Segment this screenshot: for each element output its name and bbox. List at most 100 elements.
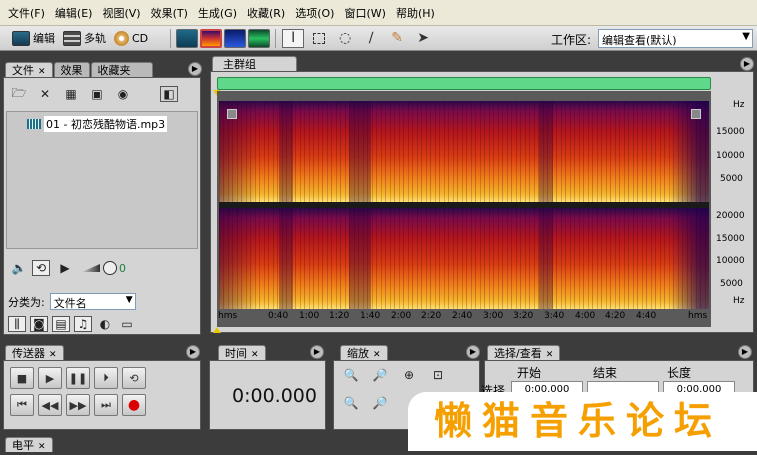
time-selection-tool-icon[interactable]: I xyxy=(282,28,305,48)
playhead-marker-icon[interactable] xyxy=(213,327,221,333)
close-icon[interactable]: ✕ xyxy=(251,350,259,360)
tab-time[interactable]: 时间 ✕ xyxy=(218,345,266,360)
show-video-icon[interactable]: ▤ xyxy=(52,316,70,332)
cd-view-button[interactable]: CD xyxy=(110,28,152,49)
transport-panel: ■ ▶ ❚❚ ⏵ ⟲ ⏮ ◀◀ ▶▶ ⏭ ● xyxy=(3,360,201,430)
panel-menu-icon[interactable]: ▶ xyxy=(310,345,324,359)
show-folders-icon[interactable]: ▭ xyxy=(118,316,136,332)
close-file-icon[interactable]: ✕ xyxy=(36,86,54,102)
go-to-start-button[interactable]: ⏮ xyxy=(10,394,34,416)
panel-menu-icon[interactable]: ▶ xyxy=(740,57,754,71)
fast-forward-button[interactable]: ▶▶ xyxy=(66,394,90,416)
loop-icon[interactable]: ⟲ xyxy=(32,260,50,276)
tab-favorites[interactable]: 收藏夹 xyxy=(90,62,153,77)
play-icon[interactable]: ▶ xyxy=(56,260,74,276)
close-icon[interactable]: ✕ xyxy=(49,350,57,360)
waveform-view-icon[interactable] xyxy=(176,28,199,48)
panel-menu-icon[interactable]: ▶ xyxy=(186,345,200,359)
tab-zoom[interactable]: 缩放 ✕ xyxy=(340,345,388,360)
play-to-end-button[interactable]: ⏵ xyxy=(94,367,118,389)
list-item[interactable]: 01 - 初恋残酷物语.mp3 xyxy=(27,116,197,132)
tab-files-label: 文件 xyxy=(12,64,34,77)
time-tick: 4:00 xyxy=(575,311,596,321)
panel-menu-icon[interactable]: ▶ xyxy=(466,345,480,359)
show-audio-icon[interactable]: ⫼ xyxy=(8,316,26,332)
tab-files[interactable]: 文件 ✕ xyxy=(5,62,53,77)
sort-select[interactable]: 文件名 ▼ xyxy=(49,293,136,310)
freq-unit-label: Hz xyxy=(733,100,745,110)
menu-file[interactable]: 文件(F) xyxy=(3,5,50,21)
show-midi-icon[interactable]: ♫ xyxy=(74,316,92,332)
time-tick: 3:40 xyxy=(544,311,565,321)
zoom-to-selection-icon[interactable]: ⊡ xyxy=(429,367,447,383)
toolbar-separator xyxy=(170,28,172,48)
spectrogram-channel-left[interactable] xyxy=(219,101,709,202)
zoom-in-horizontal-icon[interactable]: 🔍 xyxy=(342,367,360,383)
tab-effects[interactable]: 效果 xyxy=(53,62,90,77)
zoom-out-horizontal-icon[interactable]: 🔎 xyxy=(371,367,389,383)
tab-level[interactable]: 电平 ✕ xyxy=(5,437,53,452)
zoom-in-vertical-icon[interactable]: 🔍 xyxy=(342,395,360,411)
stop-button[interactable]: ■ xyxy=(10,367,34,389)
close-icon[interactable]: ✕ xyxy=(38,67,46,77)
scrub-tool-icon[interactable]: ➤ xyxy=(412,29,434,48)
menu-effects[interactable]: 效果(T) xyxy=(146,5,193,21)
sort-row: 分类为: 文件名 ▼ xyxy=(8,293,136,310)
brush-tool-icon[interactable]: ∕ xyxy=(360,29,382,48)
resize-handle-icon[interactable] xyxy=(691,109,701,119)
go-to-end-button[interactable]: ⏭ xyxy=(94,394,118,416)
menu-help[interactable]: 帮助(H) xyxy=(391,5,440,21)
show-markers-icon[interactable]: ◐ xyxy=(96,316,114,332)
panel-menu-icon[interactable]: ▶ xyxy=(738,345,752,359)
quiet-band xyxy=(279,208,293,309)
tab-selection-view[interactable]: 选择/查看 ✕ xyxy=(487,345,561,360)
show-options-icon[interactable]: ◧ xyxy=(160,86,178,102)
menu-options[interactable]: 选项(O) xyxy=(290,5,339,21)
close-icon[interactable]: ✕ xyxy=(546,350,554,360)
loop-play-button[interactable]: ⟲ xyxy=(122,367,146,389)
pause-button[interactable]: ❚❚ xyxy=(66,367,90,389)
file-list: 01 - 初恋残酷物语.mp3 xyxy=(6,111,198,249)
zoom-out-vertical-icon[interactable]: 🔎 xyxy=(371,395,389,411)
menu-favorites[interactable]: 收藏(R) xyxy=(242,5,290,21)
menu-view[interactable]: 视图(V) xyxy=(97,5,145,21)
tab-main-group[interactable]: 主群组 xyxy=(212,56,297,71)
record-button[interactable]: ● xyxy=(122,394,146,416)
speaker-icon[interactable]: 🔈 xyxy=(10,260,28,276)
marquee-tool-icon[interactable] xyxy=(308,29,330,48)
close-icon[interactable]: ✕ xyxy=(373,350,381,360)
rewind-button[interactable]: ◀◀ xyxy=(38,394,62,416)
time-ruler[interactable]: hms 0:40 1:00 1:20 1:40 2:00 2:20 2:40 3… xyxy=(215,311,715,325)
zoom-tabbar: 缩放 ✕ xyxy=(340,345,389,360)
freq-tick: 5000 xyxy=(720,279,743,289)
open-file-icon[interactable]: 🗁 xyxy=(10,86,28,102)
freq-tick: 10000 xyxy=(716,151,745,161)
panel-menu-icon[interactable]: ▶ xyxy=(188,62,202,76)
spot-healing-tool-icon[interactable]: ✎ xyxy=(386,29,408,48)
zoom-out-full-icon[interactable]: ⊕ xyxy=(400,367,418,383)
spectrogram-channel-right[interactable] xyxy=(219,208,709,309)
time-tick: 1:40 xyxy=(360,311,381,321)
multitrack-view-button[interactable]: 多轨 xyxy=(59,28,110,49)
spectral-view-icon[interactable] xyxy=(200,28,223,48)
overview-bar[interactable] xyxy=(217,77,711,90)
insert-cd-icon[interactable]: ▣ xyxy=(88,86,106,102)
resize-handle-icon[interactable] xyxy=(227,109,237,119)
volume-knob-icon[interactable] xyxy=(103,261,117,275)
workspace-select[interactable]: 编辑查看(默认) ▼ xyxy=(598,29,753,48)
waveform-icon xyxy=(12,30,30,46)
freq-tick: 20000 xyxy=(716,211,745,221)
edit-view-button[interactable]: 编辑 xyxy=(8,28,59,49)
menu-edit[interactable]: 编辑(E) xyxy=(50,5,98,21)
menu-generate[interactable]: 生成(G) xyxy=(193,5,242,21)
play-button[interactable]: ▶ xyxy=(38,367,62,389)
volume-slider[interactable] xyxy=(82,264,100,272)
lasso-tool-icon[interactable]: ◌ xyxy=(334,29,356,48)
insert-multitrack-icon[interactable]: ▦ xyxy=(62,86,80,102)
spectral-phase-view-icon[interactable] xyxy=(248,28,271,48)
menu-window[interactable]: 窗口(W) xyxy=(339,5,390,21)
show-loop-icon[interactable]: ◙ xyxy=(30,316,48,332)
tab-transport[interactable]: 传送器 ✕ xyxy=(5,345,64,360)
spectral-pan-view-icon[interactable] xyxy=(224,28,247,48)
autoplay-icon[interactable]: ◉ xyxy=(114,86,132,102)
